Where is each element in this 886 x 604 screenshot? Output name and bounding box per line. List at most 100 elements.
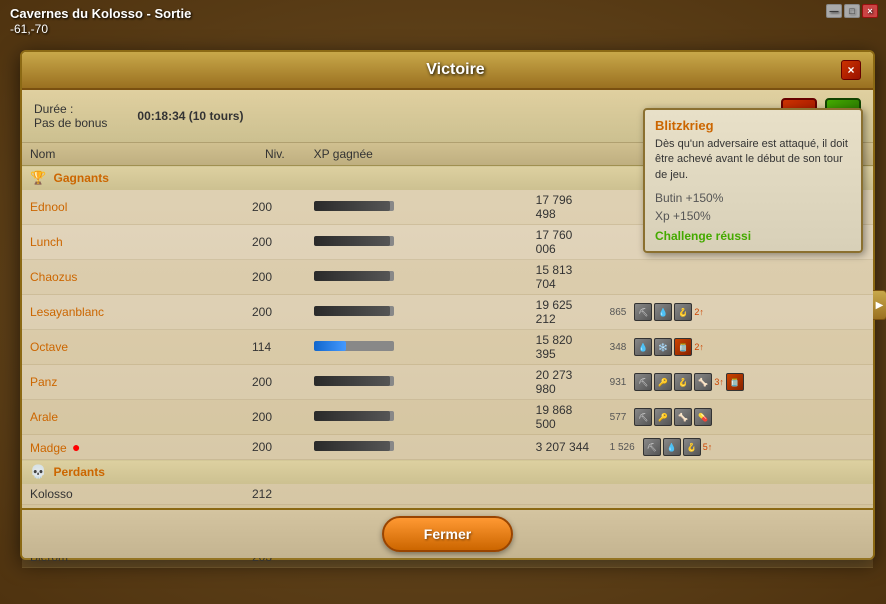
player-xp-bar: [306, 484, 528, 505]
player-kamas: [528, 484, 602, 505]
table-row: Arale 200 19 868 500 577 ⛏ 🔑 🦴: [22, 400, 873, 435]
blitzkrieg-title: Blitzkrieg: [655, 118, 851, 133]
item-icon: 🦴: [694, 373, 712, 391]
col-level: Niv.: [244, 143, 306, 166]
player-name[interactable]: Ednool: [30, 200, 67, 214]
player-level: 114: [244, 330, 306, 365]
item-icon: ⛏: [634, 408, 652, 426]
kamas-value: 865: [610, 307, 627, 318]
player-items: 577 ⛏ 🔑 🦴 💊: [602, 400, 873, 435]
player-xp: 17 796 498: [528, 190, 602, 225]
item-icon: ⛏: [634, 303, 652, 321]
item-count: 2↑: [694, 342, 704, 352]
item-icon: 🫙: [726, 373, 744, 391]
player-name[interactable]: Lesayanblanc: [30, 305, 104, 319]
kamas-value: 1 526: [610, 442, 635, 453]
item-icon: 💧: [663, 438, 681, 456]
player-name-octave[interactable]: Octave: [30, 340, 68, 354]
player-items: 865 ⛏ 💧 🪝 2↑: [602, 295, 873, 330]
item-icon: ⛏: [634, 373, 652, 391]
win-controls: — □ ×: [826, 4, 878, 18]
item-count: 3↑: [714, 377, 724, 387]
trophy-icon: 🏆: [30, 170, 46, 185]
side-arrow[interactable]: ▶: [873, 290, 886, 320]
item-icon: ⛏: [643, 438, 661, 456]
player-kamas: [528, 568, 602, 574]
kamas-value: 348: [610, 342, 627, 353]
item-icon: 🪝: [683, 438, 701, 456]
player-xp-bar: [306, 190, 528, 225]
main-window: Victoire × Durée : Pas de bonus 00:18:34…: [20, 50, 875, 560]
item-icon: 💧: [654, 303, 672, 321]
blitzkrieg-tooltip: Blitzkrieg Dès qu'un adversaire est atta…: [643, 108, 863, 253]
maximize-button[interactable]: □: [844, 4, 860, 18]
close-button-top[interactable]: ×: [862, 4, 878, 18]
item-icon: 💧: [634, 338, 652, 356]
player-level: 200: [244, 260, 306, 295]
table-row: Octave 114 15 820 395 348 💧 ❄️ 🫙: [22, 330, 873, 365]
table-row: Chaozus 200 15 813 704: [22, 260, 873, 295]
bottom-bar: Fermer: [22, 508, 873, 558]
player-xp: 15 820 395: [528, 330, 602, 365]
player-name[interactable]: Chaozus: [30, 270, 77, 284]
player-name[interactable]: Lunch: [30, 235, 63, 249]
item-count: 5↑: [703, 442, 713, 452]
player-xp: 20 273 980: [528, 365, 602, 400]
penalty-indicator: ●: [72, 439, 80, 455]
close-fermer-button[interactable]: Fermer: [382, 516, 513, 552]
player-name[interactable]: Madge: [30, 441, 67, 455]
blitzkrieg-description: Dès qu'un adversaire est attaqué, il doi…: [655, 137, 851, 183]
window-coords: -61,-70: [10, 22, 48, 36]
player-items: [602, 260, 873, 295]
table-row: Blérice 203: [22, 568, 873, 574]
item-count: 2↑: [694, 307, 704, 317]
player-xp: 19 868 500: [528, 400, 602, 435]
item-icon: 🫙: [674, 338, 692, 356]
item-icon: 🔑: [654, 408, 672, 426]
item-icon: 💊: [694, 408, 712, 426]
player-level: 200: [244, 225, 306, 260]
player-name[interactable]: Arale: [30, 410, 58, 424]
close-button[interactable]: ×: [841, 60, 861, 80]
blitzkrieg-butin: Butin +150% Xp +150%: [655, 189, 851, 225]
player-xp-bar: [306, 435, 528, 460]
player-xp: 17 760 006: [528, 225, 602, 260]
table-row: Kolosso 212: [22, 484, 873, 505]
player-items: 1 526 ⛏ 💧 🪝 5↑: [602, 435, 873, 460]
victory-title: Victoire: [70, 61, 841, 79]
player-level: 200: [244, 365, 306, 400]
duration-label: Durée : Pas de bonus: [34, 102, 107, 130]
item-icon: 🪝: [674, 303, 692, 321]
player-xp-bar: [306, 295, 528, 330]
skull-icon: 💀: [30, 464, 46, 479]
player-items: 348 💧 ❄️ 🫙 2↑: [602, 330, 873, 365]
item-icon: 🪝: [674, 373, 692, 391]
col-kamas: [528, 143, 602, 166]
player-name[interactable]: Blérice: [30, 571, 67, 573]
timer-value: 00:18:34 (10 tours): [137, 109, 243, 123]
player-xp-bar: [306, 365, 528, 400]
player-level: 200: [244, 435, 306, 460]
player-xp-bar: [306, 330, 528, 365]
player-items: [602, 568, 873, 574]
kamas-value: 931: [610, 377, 627, 388]
player-name[interactable]: Kolosso: [30, 487, 73, 501]
losers-header: 💀 Perdants: [22, 460, 873, 485]
player-items: [602, 484, 873, 505]
player-xp: 19 625 212: [528, 295, 602, 330]
player-level: 200: [244, 190, 306, 225]
kamas-value: 577: [610, 412, 627, 423]
player-items: 931 ⛏ 🔑 🪝 🦴 3↑ 🫙: [602, 365, 873, 400]
table-row: Madge ● 200 3 207 344 1 526 ⛏ 💧: [22, 435, 873, 460]
player-xp-bar: [306, 400, 528, 435]
player-level: 203: [244, 568, 306, 574]
col-name: Nom: [22, 143, 244, 166]
item-icon: ❄️: [654, 338, 672, 356]
table-row: Panz 200 20 273 980 931 ⛏ 🔑 🪝: [22, 365, 873, 400]
player-name[interactable]: Panz: [30, 375, 57, 389]
minimize-button[interactable]: —: [826, 4, 842, 18]
item-icon: 🔑: [654, 373, 672, 391]
window-title-main: Cavernes du Kolosso - Sortie: [10, 6, 191, 21]
window-header: Victoire ×: [22, 52, 873, 90]
col-xp: XP gagnée: [306, 143, 528, 166]
